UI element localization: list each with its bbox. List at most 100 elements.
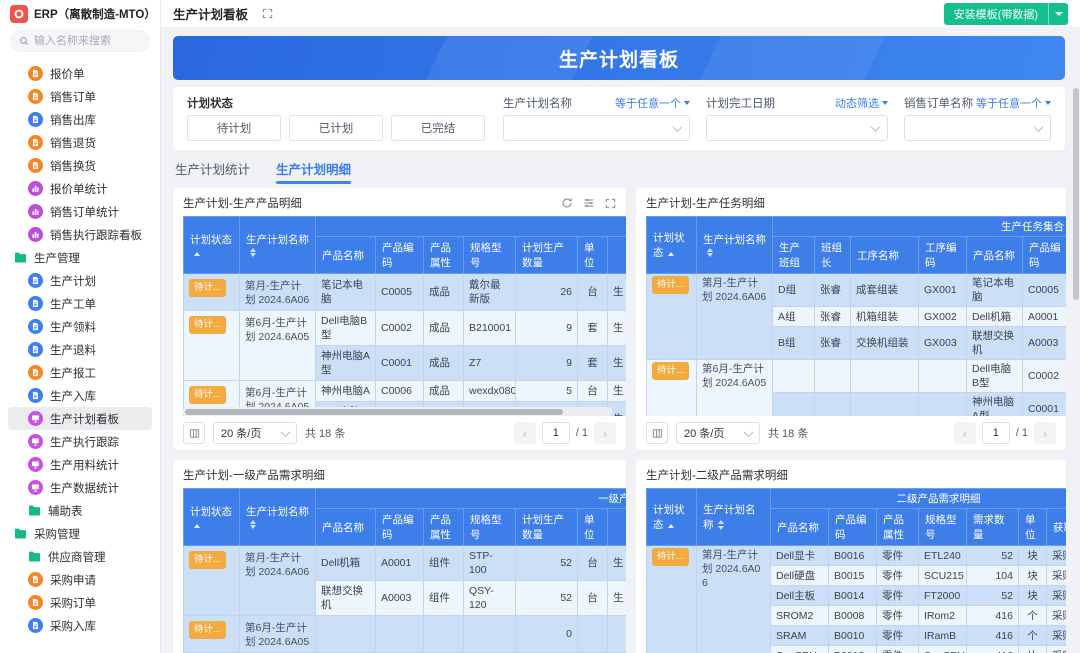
table-cell: 套: [578, 311, 608, 346]
page-size-select[interactable]: 20 条/页: [213, 422, 297, 444]
prev-page-button[interactable]: ‹: [954, 422, 976, 444]
sort-header-plan[interactable]: 生产计划名称: [697, 217, 773, 274]
page-input[interactable]: [982, 422, 1010, 444]
status-option-button[interactable]: 已计划: [289, 115, 383, 141]
table-cell: 神州电脑A型: [967, 393, 1023, 417]
column-settings-icon[interactable]: [583, 197, 595, 209]
filter-operator[interactable]: 等于任意一个: [615, 95, 690, 111]
column-header: 生产班组: [773, 237, 815, 274]
sidebar: ERP（离散制造-MTO） 报价单销售订单销售出库销售退货销售换货报价单统计销售…: [0, 0, 161, 653]
next-page-button[interactable]: ›: [1034, 422, 1056, 444]
sort-header-status[interactable]: 计划状态: [184, 217, 240, 274]
table-cell: B0012: [829, 646, 877, 653]
column-display-button[interactable]: [646, 422, 668, 444]
sort-header-plan[interactable]: 生产计划名称: [240, 217, 316, 274]
filter-select[interactable]: [503, 115, 690, 141]
tab-inactive[interactable]: 生产计划统计: [175, 159, 250, 184]
panels-grid: 生产计划-生产产品明细 计划状态 生产计划名称 产品明细 产品名称产品编码产品属…: [173, 188, 1065, 653]
sidebar-item[interactable]: 销售订单: [8, 85, 152, 108]
sidebar-item[interactable]: 生产工单: [8, 292, 152, 315]
table-cell: 成品: [424, 381, 464, 402]
sidebar-item[interactable]: 生产计划: [8, 269, 152, 292]
column-header: 单位: [1019, 509, 1047, 546]
horizontal-scrollbar[interactable]: [183, 407, 612, 416]
filter-select[interactable]: [904, 115, 1051, 141]
sidebar-item[interactable]: 生产领料: [8, 315, 152, 338]
table-cell: 台: [578, 381, 608, 402]
fullscreen-icon[interactable]: [262, 8, 273, 19]
sidebar-item[interactable]: 采购申请: [8, 568, 152, 591]
page-scrollbar[interactable]: [1073, 88, 1079, 651]
sidebar-item[interactable]: 采购管理: [8, 522, 152, 545]
sidebar-item[interactable]: 生产执行跟踪: [8, 430, 152, 453]
table-cell: 104: [967, 566, 1019, 586]
sidebar-item[interactable]: 销售执行跟踪看板: [8, 223, 152, 246]
sort-header-plan[interactable]: 生产计划名称: [697, 489, 771, 546]
refresh-icon[interactable]: [561, 197, 573, 209]
page-size-select[interactable]: 20 条/页: [676, 422, 760, 444]
sidebar-item[interactable]: 销售退货: [8, 131, 152, 154]
sort-header-plan[interactable]: 生产计划名称: [240, 489, 316, 546]
sidebar-search[interactable]: [10, 30, 150, 52]
sidebar-item[interactable]: 采购入库: [8, 614, 152, 637]
scrollbar-thumb[interactable]: [185, 409, 563, 415]
page-input[interactable]: [542, 422, 570, 444]
status-option-button[interactable]: 待计划: [187, 115, 281, 141]
filter-select[interactable]: [706, 115, 888, 141]
table-cell: 9: [516, 346, 578, 381]
sort-header-status[interactable]: 计划状态: [184, 489, 240, 546]
fullscreen-icon[interactable]: [605, 198, 616, 209]
table-cell: B0008: [829, 606, 877, 626]
table-cell: 416: [967, 646, 1019, 653]
table-viewport: 计划状态 生产计划名称 二级产品需求明细 产品名称产品编码产品属性规格型号需求数…: [646, 488, 1066, 653]
sidebar-item[interactable]: 生产管理: [8, 246, 152, 269]
sidebar-item[interactable]: 生产退料: [8, 338, 152, 361]
table-cell: 台: [578, 274, 608, 311]
sidebar-item[interactable]: 辅助表: [8, 499, 152, 522]
table-cell: STP-100: [464, 546, 516, 581]
chevron-down-icon: [871, 122, 881, 132]
sidebar-item[interactable]: 供应商管理: [8, 545, 152, 568]
sidebar-item[interactable]: 销售换货: [8, 154, 152, 177]
doc-icon: [28, 595, 43, 610]
filter-operator[interactable]: 动态筛选: [835, 95, 888, 111]
column-header: 产品名称: [771, 509, 829, 546]
sort-header-status[interactable]: 计划状态: [647, 217, 697, 274]
status-filter-label: 计划状态: [187, 95, 233, 111]
scrollbar-thumb[interactable]: [1073, 88, 1079, 300]
sidebar-item[interactable]: 生产用料统计: [8, 453, 152, 476]
status-cell: 待计...: [184, 546, 240, 616]
sidebar-item[interactable]: 采购订单: [8, 591, 152, 614]
sidebar-item-label: 销售换货: [50, 158, 96, 174]
status-cell: 待计...: [184, 311, 240, 381]
column-header: 产品名称: [316, 237, 376, 274]
sidebar-item[interactable]: 生产入库: [8, 384, 152, 407]
next-page-button[interactable]: ›: [594, 422, 616, 444]
status-option-button[interactable]: 已完结: [391, 115, 485, 141]
column-header: 产品属性: [424, 509, 464, 546]
table-cell: 52: [516, 546, 578, 581]
sidebar-item[interactable]: 销售出库: [8, 108, 152, 131]
table-cell: Dell机箱: [967, 307, 1023, 327]
sidebar-item[interactable]: 报价单: [8, 62, 152, 85]
search-input[interactable]: [34, 35, 144, 47]
table-panel: 生产计划-一级产品需求明细 计划状态 生产计划名称 一级产品需求明细 产品名称产…: [173, 460, 626, 653]
table-cell: 台: [578, 546, 608, 581]
column-header: 产品编码: [376, 237, 424, 274]
table-cell: 张睿: [815, 327, 851, 360]
sidebar-item[interactable]: 销售订单统计: [8, 200, 152, 223]
prev-page-button[interactable]: ‹: [514, 422, 536, 444]
install-dropdown-button[interactable]: [1048, 3, 1068, 25]
tab-active[interactable]: 生产计划明细: [276, 159, 351, 184]
sort-header-status[interactable]: 计划状态: [647, 489, 697, 546]
column-display-button[interactable]: [183, 422, 205, 444]
table-cell: [919, 393, 967, 417]
column-header: [608, 509, 627, 546]
sidebar-item[interactable]: 生产数据统计: [8, 476, 152, 499]
sidebar-item[interactable]: 生产计划看板: [8, 407, 152, 430]
column-header: 工序编码: [919, 237, 967, 274]
install-template-button[interactable]: 安装模板(带数据): [944, 3, 1048, 25]
sidebar-item[interactable]: 报价单统计: [8, 177, 152, 200]
sidebar-item[interactable]: 生产报工: [8, 361, 152, 384]
filter-operator[interactable]: 等于任意一个: [976, 95, 1051, 111]
